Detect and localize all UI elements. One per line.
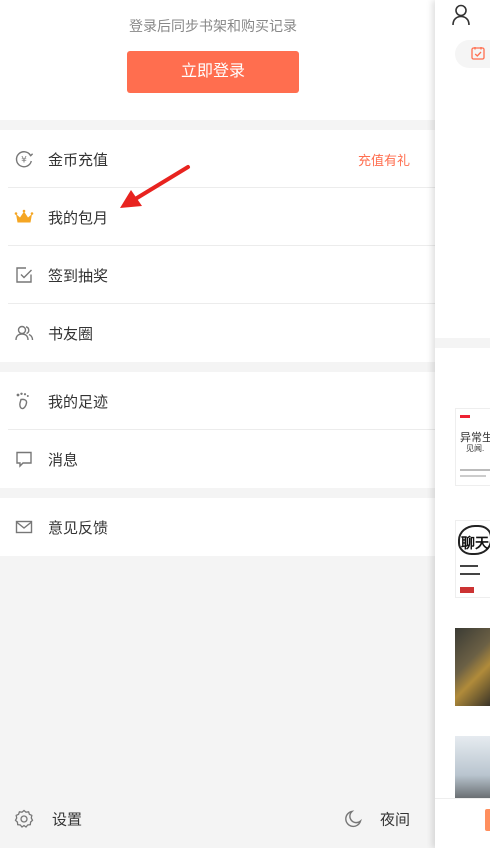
menu-item-feedback[interactable]: 意见反馈 (0, 498, 435, 556)
cover-text-line (460, 565, 478, 567)
login-section: 登录后同步书架和购买记录 立即登录 (0, 0, 435, 120)
menu-label-checkin: 签到抽奖 (48, 267, 109, 285)
menu-group-history: 我的足迹 消息 (0, 372, 435, 488)
side-drawer: 登录后同步书架和购买记录 立即登录 ¥ 金币充值 充值有礼 我的包月 签到抽奖 (0, 0, 435, 848)
menu-label-footprint: 我的足迹 (48, 393, 109, 411)
checkin-chip[interactable] (455, 40, 490, 68)
menu-item-monthly[interactable]: 我的包月 (0, 188, 435, 246)
calendar-icon (471, 46, 485, 65)
night-mode-label[interactable]: 夜间 (380, 809, 410, 830)
menu-label-recharge: 金币充值 (48, 151, 109, 169)
cover-text-line (460, 475, 486, 477)
cover-title: 聊天 (461, 535, 489, 551)
menu-label-monthly: 我的包月 (48, 209, 109, 227)
settings-label[interactable]: 设置 (52, 809, 82, 830)
cover-subtitle: 见闻. (466, 444, 485, 453)
menu-label-messages: 消息 (48, 451, 79, 469)
user-icon[interactable] (452, 4, 470, 31)
menu-label-friends: 书友圈 (48, 325, 94, 343)
drawer-bottom-bar: 设置 夜间 (0, 790, 435, 848)
tab-icon[interactable] (485, 809, 490, 831)
menu-item-footprint[interactable]: 我的足迹 (0, 372, 435, 430)
login-hint: 登录后同步书架和购买记录 (129, 18, 297, 34)
login-button[interactable]: 立即登录 (127, 51, 299, 93)
menu-group-account: ¥ 金币充值 充值有礼 我的包月 签到抽奖 书友圈 (0, 130, 435, 362)
book-cover[interactable]: 聊天 (455, 520, 490, 598)
footprint-icon (14, 391, 34, 411)
bottom-tab-bar (435, 798, 490, 848)
crown-icon (14, 207, 34, 227)
cover-text-line (460, 573, 480, 575)
recharge-promo[interactable]: 充值有礼 (358, 150, 410, 169)
menu-group-feedback: 意见反馈 (0, 498, 435, 556)
message-icon (14, 449, 34, 469)
menu-item-messages[interactable]: 消息 (0, 430, 435, 488)
menu-item-friends[interactable]: 书友圈 (0, 304, 435, 362)
cover-text-line (460, 469, 490, 471)
moon-icon[interactable] (343, 809, 363, 829)
menu-label-feedback: 意见反馈 (48, 519, 109, 537)
checkbox-icon (14, 265, 34, 285)
coin-icon: ¥ (14, 149, 34, 169)
publisher-badge (460, 415, 470, 418)
friends-icon (14, 323, 34, 343)
mail-icon (14, 517, 34, 537)
svg-text:¥: ¥ (21, 156, 27, 166)
book-cover[interactable]: 异常生 见闻. (455, 408, 490, 486)
menu-item-checkin[interactable]: 签到抽奖 (0, 246, 435, 304)
gear-icon[interactable] (14, 809, 34, 829)
menu-item-recharge[interactable]: ¥ 金币充值 充值有礼 (0, 130, 435, 188)
section-separator (435, 338, 490, 348)
book-cover[interactable] (455, 628, 490, 706)
main-content-peek[interactable]: 异常生 见闻. 聊天 (435, 0, 490, 848)
publisher-badge (460, 587, 474, 593)
